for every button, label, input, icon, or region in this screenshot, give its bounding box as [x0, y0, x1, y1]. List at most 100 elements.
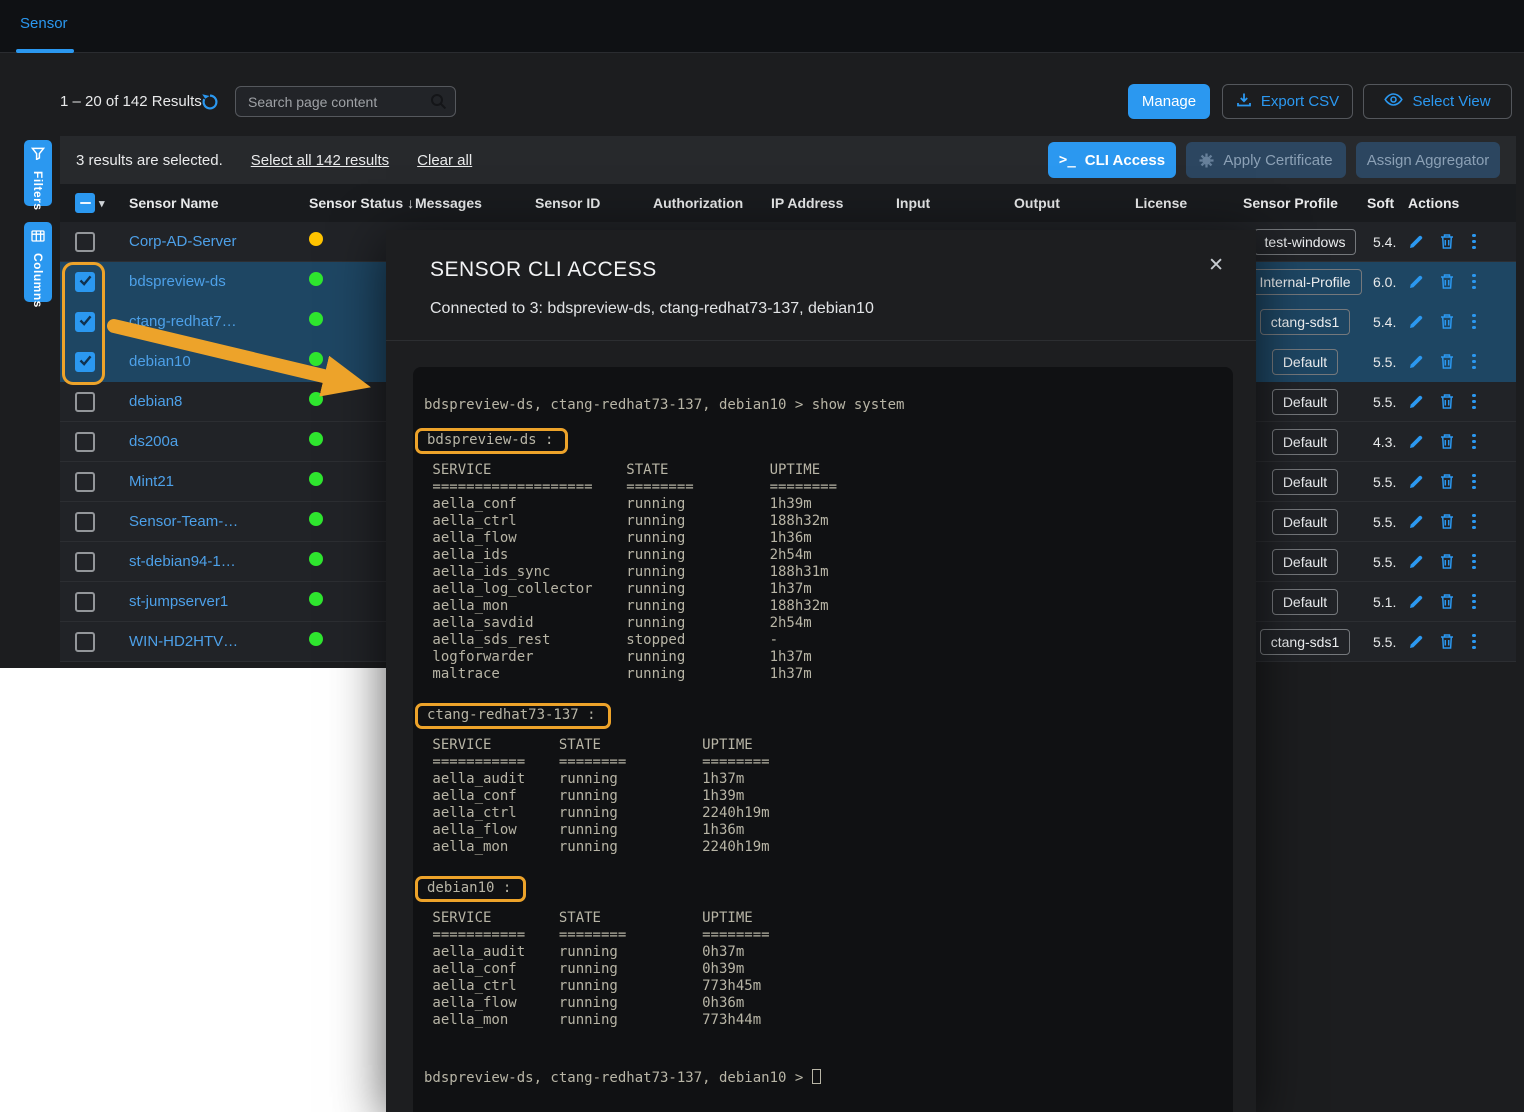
header-messages[interactable]: Messages [415, 195, 535, 211]
row-checkbox[interactable] [75, 472, 95, 492]
header-software[interactable]: Soft [1367, 195, 1395, 211]
edit-icon[interactable] [1408, 514, 1424, 530]
delete-icon[interactable] [1439, 273, 1455, 290]
delete-icon[interactable] [1439, 593, 1455, 610]
service-row: aella_confrunning1h39m [424, 788, 1233, 805]
more-options-icon[interactable] [1470, 272, 1478, 292]
terminal-service-rows: aella_confrunning1h39maella_ctrlrunning1… [424, 496, 1233, 683]
header-ip-address[interactable]: IP Address [771, 195, 896, 211]
header-input[interactable]: Input [896, 195, 1014, 211]
sensor-name-link[interactable]: st-debian94-1… [129, 553, 309, 570]
edit-icon[interactable] [1408, 594, 1424, 610]
download-icon [1236, 92, 1252, 112]
delete-icon[interactable] [1439, 553, 1455, 570]
more-options-icon[interactable] [1470, 432, 1478, 452]
assign-aggregator-button[interactable]: Assign Aggregator [1356, 142, 1500, 178]
close-icon[interactable]: ✕ [1208, 254, 1224, 277]
sensor-name-link[interactable]: ctang-redhat7… [129, 313, 309, 330]
apply-certificate-button[interactable]: Apply Certificate [1186, 142, 1346, 178]
software-version: 5.4. [1367, 234, 1395, 250]
service-row: aella_flowrunning0h36m [424, 995, 1233, 1012]
edit-icon[interactable] [1408, 354, 1424, 370]
more-options-icon[interactable] [1470, 592, 1478, 612]
row-checkbox[interactable] [75, 552, 95, 572]
header-license[interactable]: License [1135, 195, 1243, 211]
terminal-input-line[interactable]: bdspreview-ds, ctang-redhat73-137, debia… [424, 1069, 1233, 1087]
header-sensor-id[interactable]: Sensor ID [535, 195, 653, 211]
header-sensor-name[interactable]: Sensor Name [129, 195, 309, 211]
more-options-icon[interactable] [1470, 632, 1478, 652]
edit-icon[interactable] [1408, 274, 1424, 290]
cli-access-button[interactable]: >_ CLI Access [1048, 142, 1176, 178]
edit-icon[interactable] [1408, 234, 1424, 250]
status-dot [309, 592, 323, 606]
manage-button[interactable]: Manage [1128, 84, 1210, 119]
row-checkbox[interactable] [75, 632, 95, 652]
delete-icon[interactable] [1439, 633, 1455, 650]
clear-all-link[interactable]: Clear all [417, 152, 472, 169]
row-checkbox[interactable] [75, 392, 95, 412]
more-options-icon[interactable] [1470, 352, 1478, 372]
more-options-icon[interactable] [1470, 512, 1478, 532]
columns-panel-tab[interactable]: Columns [24, 222, 52, 302]
sensor-name-link[interactable]: Corp-AD-Server [129, 233, 309, 250]
row-checkbox[interactable] [75, 352, 95, 372]
service-row: aella_auditrunning1h37m [424, 771, 1233, 788]
delete-icon[interactable] [1439, 313, 1455, 330]
sensor-name-link[interactable]: bdspreview-ds [129, 273, 309, 290]
delete-icon[interactable] [1439, 473, 1455, 490]
delete-icon[interactable] [1439, 233, 1455, 250]
sensor-profile-chip: test-windows [1254, 229, 1357, 255]
edit-icon[interactable] [1408, 434, 1424, 450]
software-version: 5.5. [1367, 514, 1395, 530]
row-checkbox[interactable] [75, 512, 95, 532]
columns-tab-label: Columns [31, 253, 45, 308]
edit-icon[interactable] [1408, 314, 1424, 330]
row-checkbox[interactable] [75, 232, 95, 252]
status-dot [309, 392, 323, 406]
header-authorization[interactable]: Authorization [653, 195, 771, 211]
sensor-name-link[interactable]: debian8 [129, 393, 309, 410]
select-all-checkbox[interactable] [75, 193, 95, 213]
sensor-name-link[interactable]: ds200a [129, 433, 309, 450]
row-checkbox[interactable] [75, 592, 95, 612]
select-all-link[interactable]: Select all 142 results [251, 152, 389, 169]
sensor-name-link[interactable]: WIN-HD2HTV… [129, 633, 309, 650]
more-options-icon[interactable] [1470, 312, 1478, 332]
search-input[interactable] [235, 86, 456, 117]
chevron-down-icon[interactable]: ▾ [99, 197, 129, 210]
header-output[interactable]: Output [1014, 195, 1135, 211]
edit-icon[interactable] [1408, 634, 1424, 650]
status-dot [309, 272, 323, 286]
software-version: 5.4. [1367, 314, 1395, 330]
status-dot [309, 632, 323, 646]
status-dot [309, 432, 323, 446]
more-options-icon[interactable] [1470, 392, 1478, 412]
refresh-icon[interactable] [200, 92, 220, 112]
export-csv-button[interactable]: Export CSV [1222, 84, 1353, 119]
header-sensor-profile[interactable]: Sensor Profile [1243, 195, 1367, 211]
edit-icon[interactable] [1408, 554, 1424, 570]
row-checkbox[interactable] [75, 312, 95, 332]
edit-icon[interactable] [1408, 474, 1424, 490]
more-options-icon[interactable] [1470, 472, 1478, 492]
filters-panel-tab[interactable]: Filters [24, 140, 52, 206]
delete-icon[interactable] [1439, 433, 1455, 450]
delete-icon[interactable] [1439, 353, 1455, 370]
sensor-name-link[interactable]: debian10 [129, 353, 309, 370]
row-checkbox[interactable] [75, 272, 95, 292]
more-options-icon[interactable] [1470, 552, 1478, 572]
sensor-name-link[interactable]: Mint21 [129, 473, 309, 490]
terminal-cursor [812, 1069, 821, 1084]
edit-icon[interactable] [1408, 394, 1424, 410]
cli-terminal[interactable]: bdspreview-ds, ctang-redhat73-137, debia… [413, 367, 1233, 1112]
row-checkbox[interactable] [75, 432, 95, 452]
header-sensor-status[interactable]: Sensor Status↓ [309, 195, 415, 211]
tab-sensor[interactable]: Sensor [20, 15, 68, 32]
delete-icon[interactable] [1439, 513, 1455, 530]
sensor-name-link[interactable]: Sensor-Team-… [129, 513, 309, 530]
sensor-name-link[interactable]: st-jumpserver1 [129, 593, 309, 610]
more-options-icon[interactable] [1470, 232, 1478, 252]
select-view-button[interactable]: Select View [1363, 84, 1512, 119]
delete-icon[interactable] [1439, 393, 1455, 410]
